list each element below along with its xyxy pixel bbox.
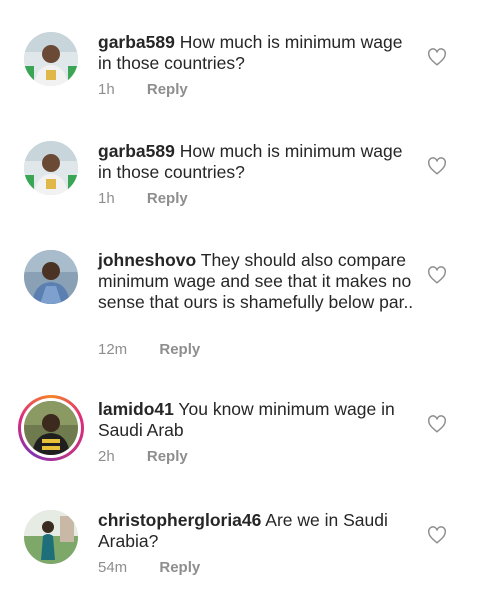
heart-outline-icon (428, 415, 446, 433)
comment-timestamp: 12m (98, 341, 128, 358)
comment-meta: 12m Reply (98, 340, 200, 360)
comment-body: christophergloria46 Are we in Saudi Arab… (98, 510, 416, 552)
reply-button[interactable]: Reply (159, 340, 200, 360)
like-button[interactable] (427, 526, 447, 544)
comment-body: johneshovo They should also compare mini… (98, 250, 416, 313)
comment-list: garba589 How much is minimum wage in tho… (0, 0, 480, 610)
comment-meta: 54m Reply (98, 558, 200, 578)
heart-outline-icon (428, 526, 446, 544)
comment-username[interactable]: christophergloria46 (98, 510, 261, 530)
avatar (24, 401, 78, 455)
avatar[interactable] (24, 510, 78, 564)
heart-outline-icon (428, 266, 446, 284)
avatar-image (24, 250, 78, 304)
comment-username[interactable]: johneshovo (98, 250, 196, 270)
avatar-image (24, 401, 78, 455)
comment-meta: 1h Reply (98, 80, 188, 100)
avatar-image (24, 510, 78, 564)
heart-outline-icon (428, 157, 446, 175)
comment-timestamp: 1h (98, 81, 115, 98)
like-button[interactable] (427, 415, 447, 433)
reply-button[interactable]: Reply (147, 189, 188, 209)
reply-button[interactable]: Reply (147, 80, 188, 100)
comment-body: garba589 How much is minimum wage in tho… (98, 32, 416, 74)
avatar[interactable] (24, 141, 78, 195)
avatar[interactable] (24, 250, 78, 304)
reply-button[interactable]: Reply (159, 558, 200, 578)
like-button[interactable] (427, 266, 447, 284)
avatar-image (24, 141, 78, 195)
avatar[interactable] (24, 32, 78, 86)
comment-body: lamido41 You know minimum wage in Saudi … (98, 399, 416, 441)
reply-button[interactable]: Reply (147, 447, 188, 467)
comment-timestamp: 2h (98, 448, 115, 465)
comment-username[interactable]: garba589 (98, 32, 175, 52)
comment-username[interactable]: lamido41 (98, 399, 174, 419)
comment-body: garba589 How much is minimum wage in tho… (98, 141, 416, 183)
comment-username[interactable]: garba589 (98, 141, 175, 161)
like-button[interactable] (427, 48, 447, 66)
comment-meta: 2h Reply (98, 447, 188, 467)
avatar-image (24, 32, 78, 86)
comment-timestamp: 1h (98, 190, 115, 207)
avatar-story-ring[interactable] (18, 395, 84, 461)
comment-timestamp: 54m (98, 559, 128, 576)
comment-meta: 1h Reply (98, 189, 188, 209)
heart-outline-icon (428, 48, 446, 66)
like-button[interactable] (427, 157, 447, 175)
